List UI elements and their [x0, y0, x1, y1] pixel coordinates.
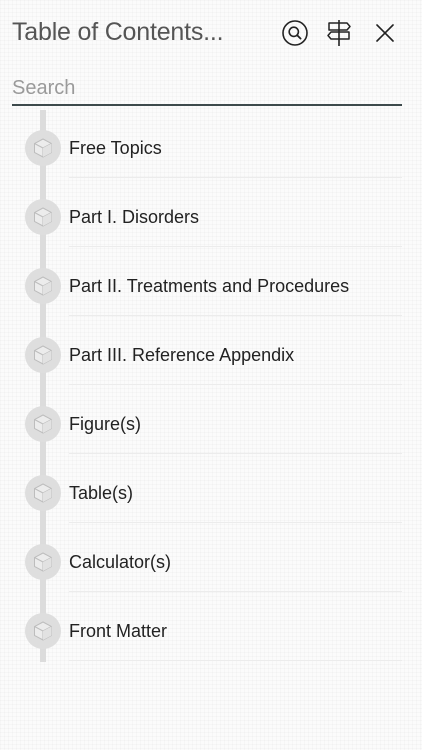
toc-item-label: Free Topics — [69, 138, 162, 158]
toc-item-label: Table(s) — [69, 483, 134, 503]
close-icon — [376, 24, 394, 42]
toc-node — [25, 544, 61, 580]
cube-icon — [34, 276, 52, 296]
toc-item[interactable]: Figure(s) — [0, 386, 422, 455]
toc-node — [25, 199, 61, 235]
navigation-button[interactable] — [324, 18, 354, 48]
toc-node — [25, 406, 61, 442]
close-button[interactable] — [370, 18, 400, 48]
cube-icon — [34, 345, 52, 365]
search-icon — [282, 20, 308, 46]
row-divider — [69, 384, 402, 385]
row-divider — [69, 246, 402, 247]
toc-item-label: Front Matter — [69, 621, 168, 641]
toc-node — [25, 613, 61, 649]
toc-item-label: Part I. Disorders — [69, 207, 200, 227]
row-divider — [69, 660, 402, 661]
cube-icon — [34, 414, 52, 434]
toc-node — [25, 130, 61, 166]
toc-item-label: Calculator(s) — [69, 552, 172, 572]
toc-item[interactable]: Table(s) — [0, 455, 422, 524]
table-of-contents-list: Free Topics Part I. Disorders Part II. T… — [0, 110, 422, 670]
toc-node — [25, 268, 61, 304]
toc-item-label: Part III. Reference Appendix — [69, 345, 295, 365]
row-divider — [69, 453, 402, 454]
cube-icon — [34, 483, 52, 503]
cube-icon — [34, 138, 52, 158]
toc-item[interactable]: Free Topics — [0, 110, 422, 179]
signpost-icon — [327, 20, 351, 46]
toc-item-label: Part II. Treatments and Procedures — [69, 276, 350, 296]
row-divider — [69, 522, 402, 523]
search-input[interactable] — [12, 74, 402, 102]
toc-item[interactable]: Part I. Disorders — [0, 179, 422, 248]
toc-node — [25, 337, 61, 373]
page-title: Table of Contents... — [12, 18, 224, 46]
row-divider — [69, 177, 402, 178]
cube-icon — [34, 207, 52, 227]
row-divider — [69, 591, 402, 592]
search-field — [12, 74, 402, 106]
header: Table of Contents... — [0, 0, 422, 68]
search-button[interactable] — [280, 18, 310, 48]
toc-item[interactable]: Front Matter — [0, 593, 422, 662]
row-divider — [69, 315, 402, 316]
toc-item[interactable]: Part II. Treatments and Procedures — [0, 248, 422, 317]
toc-node — [25, 475, 61, 511]
toc-item[interactable]: Part III. Reference Appendix — [0, 317, 422, 386]
toc-item-label: Figure(s) — [69, 414, 142, 434]
cube-icon — [34, 621, 52, 641]
cube-icon — [34, 552, 52, 572]
toc-item[interactable]: Calculator(s) — [0, 524, 422, 593]
